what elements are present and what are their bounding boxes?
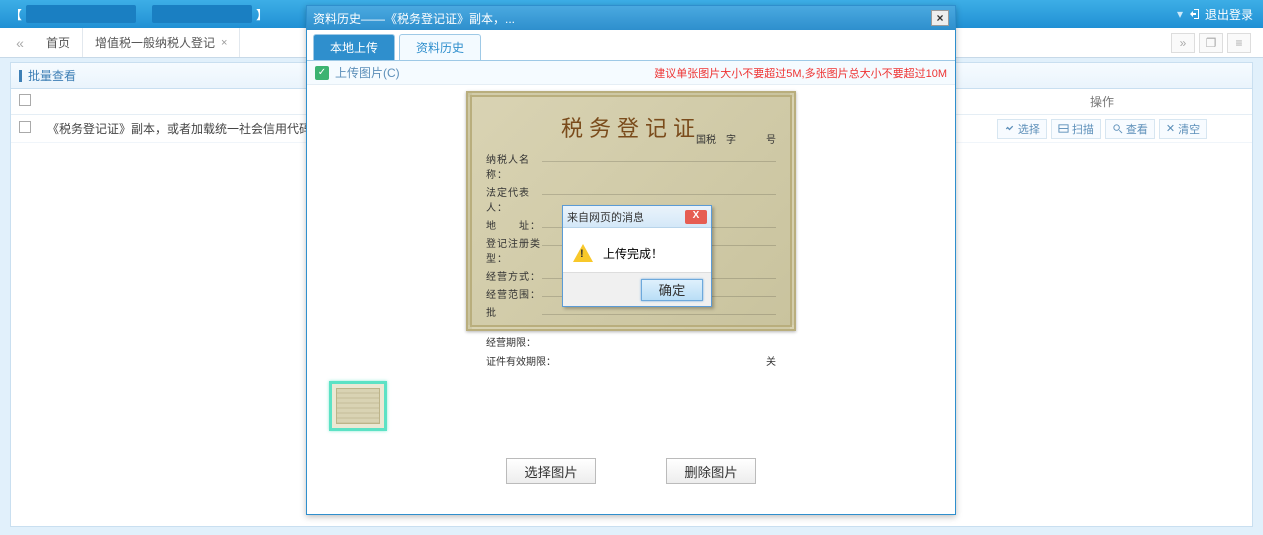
dialog-buttons: 选择图片 删除图片 <box>307 458 955 484</box>
close-icon[interactable]: X <box>685 210 707 224</box>
ok-button[interactable]: 确定 <box>641 279 703 301</box>
certificate-number: 国税 字 号 <box>696 131 776 146</box>
upload-row: ✓ 上传图片(C) 建议单张图片大小不要超过5M,多张图片总大小不要超过10M <box>307 61 955 85</box>
overlay: 资料历史——《税务登记证》副本，... × 本地上传 资料历史 ✓ 上传图片(C… <box>0 0 1263 535</box>
tab-material-history[interactable]: 资料历史 <box>399 34 481 60</box>
thumbnail-row <box>307 375 955 431</box>
alert-dialog: 来自网页的消息 X 上传完成！ 确定 <box>562 205 712 307</box>
tab-local-upload[interactable]: 本地上传 <box>313 34 395 60</box>
upload-warning: 建议单张图片大小不要超过5M,多张图片总大小不要超过10M <box>654 65 947 81</box>
warning-icon <box>573 244 593 262</box>
dialog-titlebar[interactable]: 资料历史——《税务登记证》副本，... × <box>307 6 955 30</box>
dialog-title: 资料历史——《税务登记证》副本，... <box>313 10 515 27</box>
alert-titlebar[interactable]: 来自网页的消息 X <box>563 206 711 228</box>
alert-title-text: 来自网页的消息 <box>567 209 644 225</box>
dialog-tabs: 本地上传 资料历史 <box>307 30 955 61</box>
delete-image-button[interactable]: 删除图片 <box>666 458 756 484</box>
thumbnail-image <box>336 388 380 424</box>
alert-body: 上传完成！ <box>563 228 711 272</box>
choose-image-button[interactable]: 选择图片 <box>506 458 596 484</box>
check-icon: ✓ <box>315 66 329 80</box>
close-icon[interactable]: × <box>931 10 949 26</box>
thumbnail[interactable] <box>329 381 387 431</box>
alert-footer: 确定 <box>563 272 711 306</box>
alert-message: 上传完成！ <box>603 245 663 262</box>
upload-link[interactable]: 上传图片(C) <box>335 64 400 81</box>
